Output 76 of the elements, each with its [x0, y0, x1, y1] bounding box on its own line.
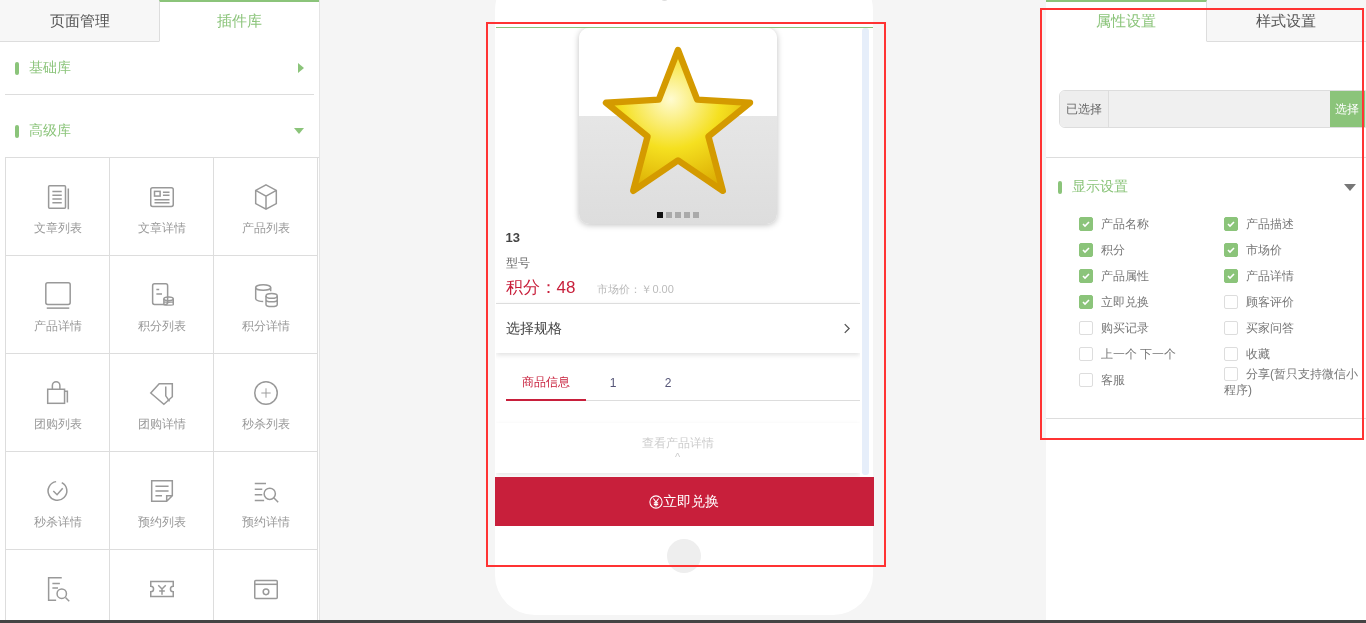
plugin-tile[interactable]: 积分列表	[110, 256, 214, 354]
checkbox[interactable]	[1224, 295, 1238, 309]
check-icon	[1226, 219, 1236, 229]
option-checkbox[interactable]: 产品名称	[1079, 216, 1224, 232]
home-button[interactable]	[667, 539, 701, 573]
plugin-tile[interactable]: 预约详情	[214, 452, 318, 550]
checkbox[interactable]	[1079, 347, 1093, 361]
option-checkbox[interactable]: 顾客评价	[1224, 294, 1366, 310]
option-checkbox[interactable]: 产品详情	[1224, 268, 1366, 284]
checkbox[interactable]	[1079, 217, 1093, 231]
plugin-label: 产品详情	[33, 318, 82, 335]
plugin-label: 预约详情	[241, 514, 290, 531]
checkbox[interactable]	[1224, 367, 1238, 381]
points-price: 积分：48	[505, 277, 576, 299]
checkbox[interactable]	[1224, 217, 1238, 231]
option-checkbox[interactable]: 分享(暂只支持微信小程序)	[1224, 366, 1366, 398]
detail-tab[interactable]: 1	[585, 366, 641, 401]
plugin-tile[interactable]: 积分详情	[214, 256, 318, 354]
yen-icon	[649, 494, 663, 509]
option-checkbox[interactable]: 产品描述	[1224, 216, 1366, 232]
spec-selector[interactable]: 选择规格	[495, 303, 860, 353]
option-checkbox[interactable]: 市场价	[1224, 242, 1366, 258]
chevron-right-icon	[842, 323, 850, 334]
redeem-button[interactable]: 立即兑换	[494, 477, 874, 526]
plugin-tile[interactable]: 团购详情	[110, 354, 214, 452]
scrollbar[interactable]	[861, 28, 869, 475]
checkbox[interactable]	[1224, 347, 1238, 361]
plugin-tile[interactable]: 团购列表	[6, 354, 110, 452]
plugin-label: 产品列表	[241, 220, 290, 237]
plugin-label: 预约列表	[137, 514, 186, 531]
detail-tab[interactable]: 2	[640, 366, 696, 401]
option-checkbox[interactable]: 收藏	[1224, 346, 1366, 362]
check-icon	[1081, 297, 1091, 307]
plugin-label: 积分列表	[137, 318, 186, 335]
plugin-tile[interactable]: 文章详情	[110, 158, 214, 256]
market-price: 市场价：￥0.00	[597, 282, 674, 297]
checkbox[interactable]	[1224, 243, 1238, 257]
option-checkbox[interactable]: 买家问答	[1224, 320, 1366, 336]
checkbox[interactable]	[1224, 269, 1238, 283]
plugin-label: 文章列表	[33, 220, 82, 237]
plugin-label: 积分详情	[241, 318, 290, 335]
plugin-tile[interactable]: 秒杀详情	[6, 452, 110, 550]
checkbox[interactable]	[1079, 295, 1093, 309]
option-checkbox[interactable]: 客服	[1079, 372, 1224, 398]
plugin-label: 团购详情	[137, 416, 186, 433]
settings-tab[interactable]: 样式设置	[1206, 0, 1366, 42]
check-icon	[1226, 271, 1236, 281]
plugin-label: 秒杀列表	[241, 416, 290, 433]
product-name: 13	[505, 230, 521, 245]
plugin-tile[interactable]: 秒杀列表	[214, 354, 318, 452]
monitor-icon	[42, 280, 73, 310]
check-icon	[1081, 271, 1091, 281]
checkbox[interactable]	[1224, 321, 1238, 335]
option-checkbox[interactable]: 立即兑换	[1079, 294, 1224, 310]
checkbox[interactable]	[1079, 243, 1093, 257]
checkbox[interactable]	[1079, 373, 1093, 387]
plugin-tile[interactable]: 预约列表	[110, 452, 214, 550]
plugin-tile[interactable]: 文章列表	[6, 158, 110, 256]
checkbox[interactable]	[1079, 269, 1093, 283]
option-checkbox[interactable]: 产品属性	[1079, 268, 1224, 284]
checkbox[interactable]	[1079, 321, 1093, 335]
check-icon	[1226, 245, 1236, 255]
plugin-label: 团购列表	[33, 416, 82, 433]
plugin-tile[interactable]: 产品列表	[214, 158, 318, 256]
plugin-label: 秒杀详情	[33, 514, 82, 531]
check-icon	[1081, 245, 1091, 255]
product-model: 型号	[505, 255, 531, 272]
plugin-tile[interactable]: 产品详情	[6, 256, 110, 354]
option-checkbox[interactable]: 积分	[1079, 242, 1224, 258]
check-icon	[1081, 219, 1091, 229]
detail-tab[interactable]: 商品信息	[505, 366, 586, 401]
plugin-label: 文章详情	[137, 220, 186, 237]
panel-tab[interactable]: 页面管理	[0, 0, 159, 42]
caret-icon: ^	[674, 452, 681, 462]
option-checkbox[interactable]: 购买记录	[1079, 320, 1224, 336]
option-checkbox[interactable]: 上一个 下一个	[1079, 346, 1224, 362]
